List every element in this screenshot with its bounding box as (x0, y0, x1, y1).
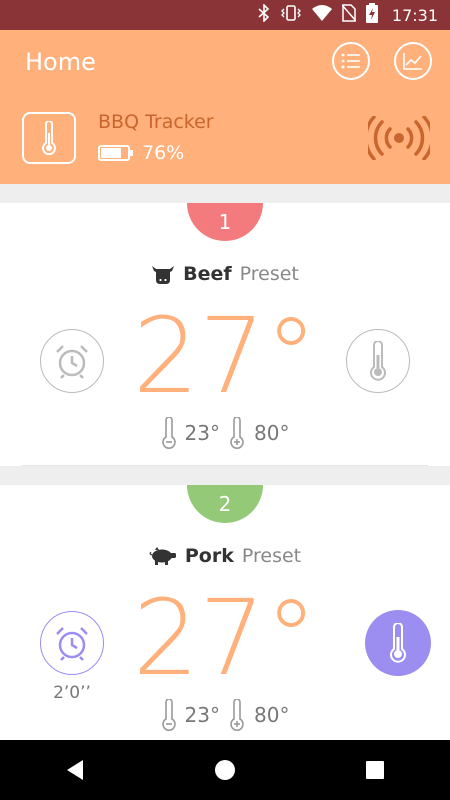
thermometer-icon (390, 623, 406, 663)
battery-icon (98, 145, 133, 161)
battery-status: 76% (98, 142, 184, 164)
meat-preset-row[interactable]: Pork Preset (0, 545, 450, 567)
min-temp: 23° (184, 703, 220, 727)
temperature-range: 23° 80° (0, 417, 450, 449)
thermometer-max-icon (230, 417, 244, 449)
meat-preset-row[interactable]: Beef Preset (0, 263, 450, 285)
preset-label: Preset (239, 263, 299, 285)
home-circle-icon (215, 760, 235, 780)
meat-name: Pork (184, 545, 234, 567)
section-gap (0, 466, 450, 485)
thermometer-min-icon (161, 699, 176, 731)
thermometer-max-icon (230, 699, 244, 731)
thermometer-icon (370, 341, 386, 381)
probe-card-1[interactable]: 1 Beef Preset 27° 23° 80° (0, 203, 450, 466)
cow-icon (152, 266, 175, 284)
recents-square-icon (366, 761, 384, 779)
signal-broadcast-icon[interactable] (364, 115, 434, 165)
battery-percent: 76% (142, 142, 185, 164)
thermometer-min-icon (161, 417, 176, 449)
wifi-icon (311, 4, 332, 26)
list-button[interactable] (332, 42, 370, 80)
min-temp: 23° (184, 421, 220, 445)
thermometer-icon (42, 121, 56, 155)
status-icons: 17:31 (258, 0, 438, 30)
temperature-range: 23° 80° (0, 699, 450, 731)
list-icon (341, 53, 360, 69)
section-gap (0, 184, 450, 203)
pig-icon (149, 547, 176, 565)
max-temp: 80° (254, 703, 290, 727)
page-title: Home (25, 48, 96, 76)
app-header: Home BBQ Tracker 76% (0, 30, 450, 184)
back-triangle-icon (67, 760, 83, 780)
status-bar: 17:31 (0, 0, 450, 30)
device-name: BBQ Tracker (98, 111, 214, 133)
meat-name: Beef (183, 263, 232, 285)
chart-button[interactable] (394, 42, 432, 80)
back-button[interactable] (45, 740, 105, 800)
clock-time: 17:31 (391, 5, 438, 25)
probe-number-badge: 2 (187, 485, 263, 523)
device-thermometer-button[interactable] (22, 112, 76, 164)
temperature-button[interactable] (346, 329, 410, 393)
vibrate-icon (280, 4, 302, 27)
bluetooth-icon (258, 2, 270, 27)
home-button[interactable] (195, 740, 255, 800)
navigation-bar (0, 740, 450, 800)
preset-label: Preset (241, 545, 302, 567)
recents-button[interactable] (345, 740, 405, 800)
probe-number-badge: 1 (187, 203, 263, 241)
line-chart-icon (403, 53, 422, 70)
battery-charging-icon (365, 2, 378, 28)
temperature-button[interactable] (365, 610, 431, 676)
max-temp: 80° (254, 421, 290, 445)
no-sim-icon (341, 3, 357, 27)
probe-card-2[interactable]: 2 Pork Preset 2’0’’ 27° 23° 80° (0, 485, 450, 740)
